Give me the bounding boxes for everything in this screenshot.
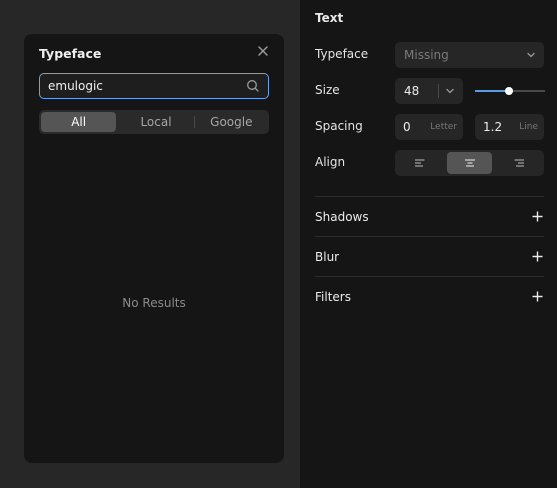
typeface-picker-panel: Typeface All Local Google No Results: [24, 34, 284, 463]
align-left-icon: [414, 159, 425, 167]
size-slider-fill: [475, 90, 509, 92]
align-right-button[interactable]: [496, 152, 542, 174]
add-filter-plus-icon[interactable]: [532, 291, 543, 302]
tab-google[interactable]: Google: [193, 112, 269, 132]
typeface-value: Missing: [404, 48, 449, 62]
letter-spacing-value: 0: [403, 120, 411, 134]
align-center-button[interactable]: [446, 152, 493, 174]
line-spacing-field[interactable]: 1.2 Line: [475, 114, 544, 140]
size-slider-thumb[interactable]: [504, 87, 513, 95]
typeface-search-box: [39, 73, 269, 99]
letter-spacing-unit: Letter: [430, 122, 457, 132]
add-shadow-plus-icon[interactable]: [532, 211, 543, 222]
shadows-section-header[interactable]: Shadows: [315, 210, 369, 224]
align-center-icon: [464, 159, 475, 167]
text-inspector-panel: Text Typeface Missing Size 48 Spacing 0 …: [300, 0, 557, 488]
tab-all[interactable]: All: [41, 112, 117, 132]
divider: [315, 276, 544, 277]
canvas-area: Typeface All Local Google No Results: [0, 0, 300, 488]
spacing-label: Spacing: [315, 119, 363, 133]
add-blur-plus-icon[interactable]: [532, 251, 543, 262]
no-results-message: No Results: [122, 296, 186, 310]
search-icon[interactable]: [246, 79, 260, 93]
size-field[interactable]: 48: [395, 78, 463, 104]
divider: [315, 196, 544, 197]
blur-section-header[interactable]: Blur: [315, 250, 339, 264]
typeface-source-tabs: All Local Google: [39, 110, 269, 134]
size-divider: [438, 84, 439, 98]
tab-local[interactable]: Local: [118, 112, 193, 132]
align-label: Align: [315, 155, 346, 169]
letter-spacing-field[interactable]: 0 Letter: [395, 114, 463, 140]
size-slider[interactable]: [475, 84, 545, 98]
close-icon[interactable]: [256, 44, 270, 58]
divider: [315, 236, 544, 237]
size-value: 48: [404, 84, 420, 98]
line-spacing-value: 1.2: [483, 120, 503, 134]
align-left-button[interactable]: [397, 152, 443, 174]
filters-section-header[interactable]: Filters: [315, 290, 351, 304]
section-title-text: Text: [315, 11, 344, 25]
typeface-label: Typeface: [315, 47, 369, 61]
line-spacing-unit: Line: [519, 122, 538, 132]
align-right-icon: [514, 159, 525, 167]
typeface-search-input[interactable]: [48, 74, 238, 98]
text-align-group: [395, 150, 544, 176]
typeface-picker-title: Typeface: [39, 46, 102, 61]
size-dropdown-chevron-icon[interactable]: [445, 87, 455, 95]
chevron-down-icon: [527, 52, 535, 58]
typeface-select[interactable]: Missing: [395, 42, 544, 68]
size-label: Size: [315, 83, 340, 97]
